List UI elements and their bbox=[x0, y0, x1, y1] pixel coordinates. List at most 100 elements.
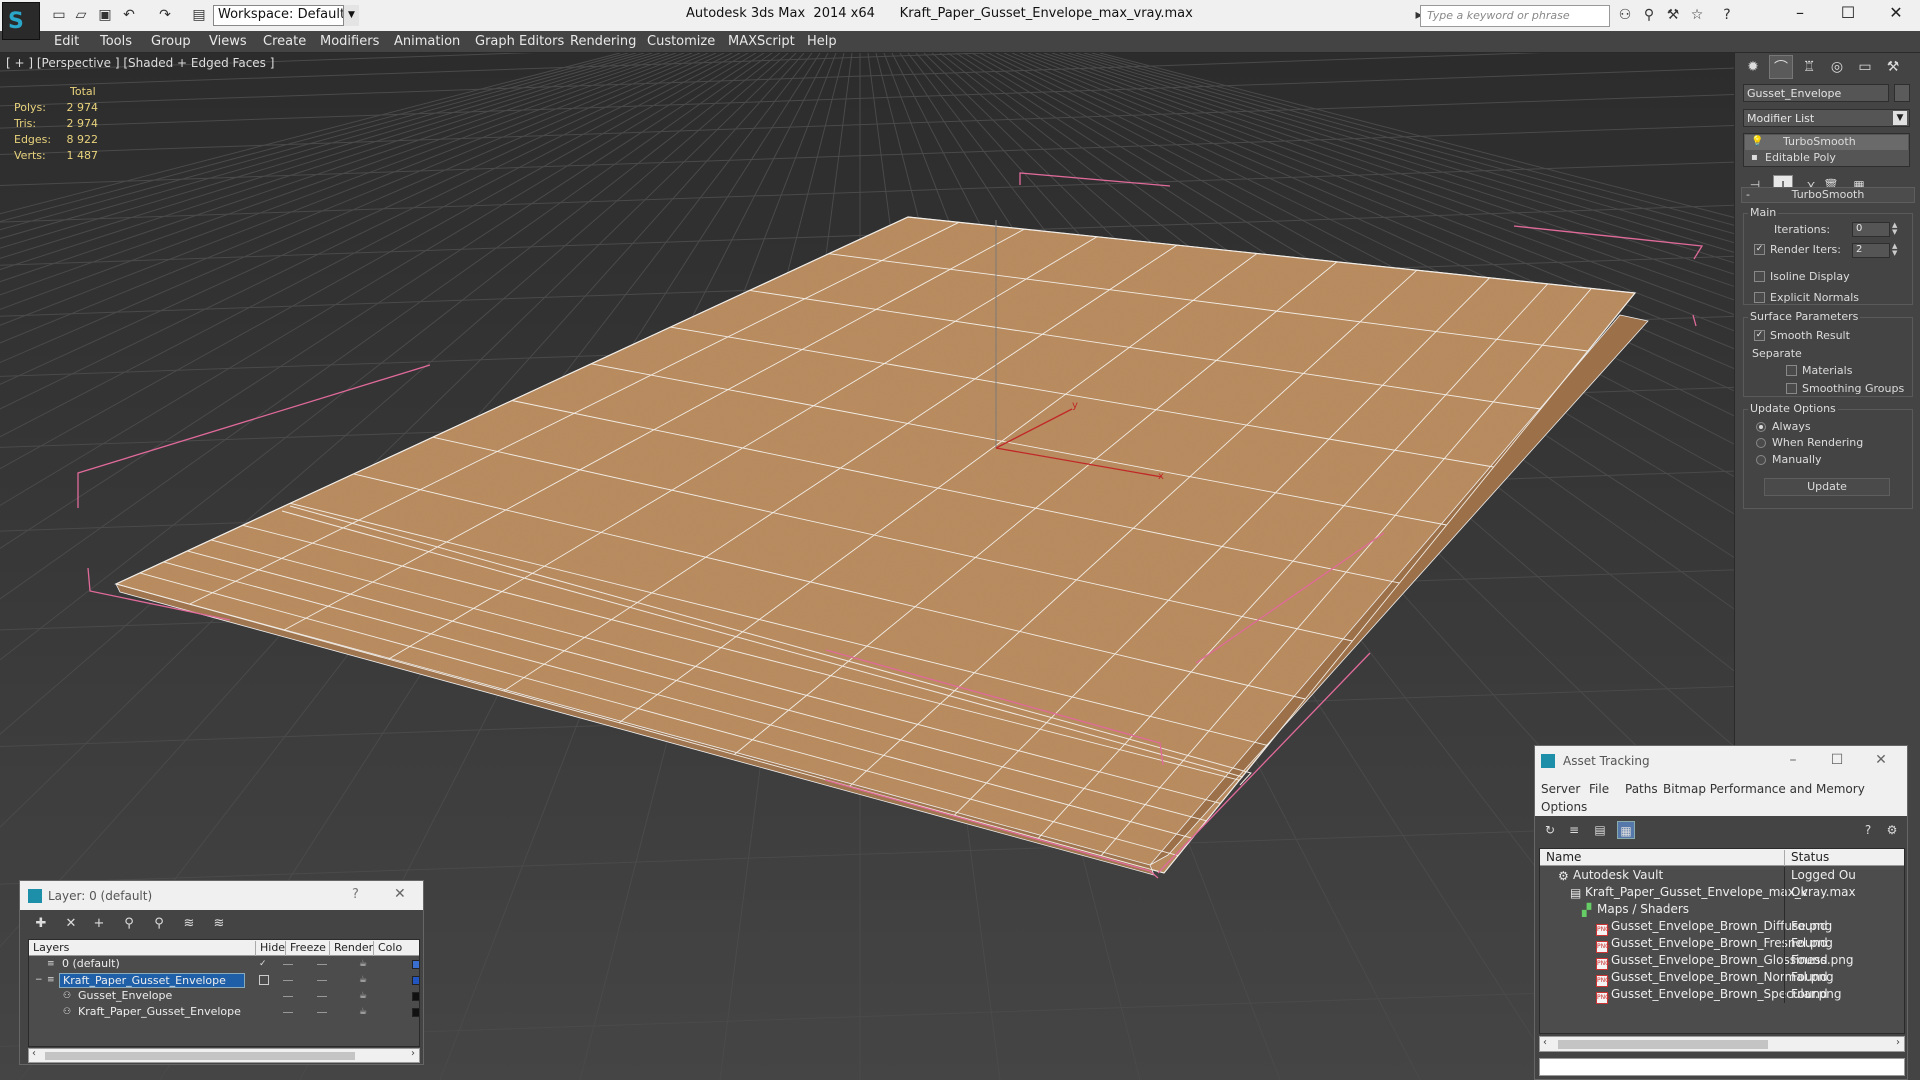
workspace-menu-button[interactable]: ▼ bbox=[343, 5, 359, 26]
minimize-icon[interactable]: – bbox=[1780, 3, 1820, 27]
freeze-toggle[interactable] bbox=[317, 964, 327, 965]
table-view-icon[interactable]: ▦ bbox=[1617, 821, 1635, 839]
app-logo-button[interactable]: S bbox=[2, 2, 40, 40]
subscription-icon[interactable]: ⚲ bbox=[1640, 6, 1658, 24]
create-layer-icon[interactable]: ✚ bbox=[32, 915, 50, 933]
column-freeze[interactable]: Freeze bbox=[285, 941, 326, 956]
table-row[interactable]: PNGGusset_Envelope_Brown_Specular.png Fo… bbox=[1540, 986, 1904, 1004]
modify-tab-icon[interactable]: ⌒ bbox=[1769, 55, 1793, 79]
communication-icon[interactable]: ⚒ bbox=[1664, 6, 1682, 24]
save-file-icon[interactable]: ▣ bbox=[96, 6, 114, 24]
menu-options[interactable]: Options bbox=[1541, 800, 1587, 814]
current-layer-check-icon[interactable]: ✓ bbox=[259, 959, 269, 969]
details-view-icon[interactable]: ▤ bbox=[1591, 821, 1609, 839]
spinner-arrows-icon[interactable]: ▲ ▼ bbox=[1892, 243, 1900, 258]
scroll-left-icon[interactable]: ‹ bbox=[32, 1048, 36, 1059]
refresh-icon[interactable]: ↻ bbox=[1541, 821, 1559, 839]
manually-radio[interactable] bbox=[1756, 455, 1766, 465]
utilities-tab-icon[interactable]: ⚒ bbox=[1881, 55, 1905, 79]
create-tab-icon[interactable]: ✹ bbox=[1741, 55, 1765, 79]
menu-maxscript[interactable]: MAXScript bbox=[728, 34, 795, 49]
layer-color-swatch[interactable] bbox=[412, 1008, 419, 1017]
table-row[interactable]: PNGGusset_Envelope_Brown_Glossiness.png … bbox=[1540, 952, 1904, 970]
freeze-toggle[interactable] bbox=[317, 980, 327, 981]
open-file-icon[interactable]: ▱ bbox=[72, 6, 90, 24]
when-rendering-radio[interactable] bbox=[1756, 438, 1766, 448]
render-teapot-icon[interactable]: ☕ bbox=[359, 959, 369, 969]
list-view-icon[interactable]: ≡ bbox=[1565, 821, 1583, 839]
column-color[interactable]: Colo bbox=[373, 941, 402, 956]
hide-all-icon[interactable]: ≋ bbox=[180, 915, 198, 933]
table-row[interactable]: PNGGusset_Envelope_Brown_Normal.png Foun… bbox=[1540, 969, 1904, 987]
display-tab-icon[interactable]: ▭ bbox=[1853, 55, 1877, 79]
minimize-icon[interactable]: – bbox=[1783, 752, 1803, 768]
new-file-icon[interactable]: ▭ bbox=[50, 6, 68, 24]
menu-file[interactable]: File bbox=[1589, 782, 1609, 796]
layer-row[interactable]: ⚇ Gusset_Envelope ☕ bbox=[29, 989, 419, 1005]
layer-color-swatch[interactable] bbox=[412, 992, 419, 1001]
menu-modifiers[interactable]: Modifiers bbox=[320, 34, 379, 49]
scrollbar-thumb[interactable] bbox=[1558, 1040, 1768, 1049]
add-to-layer-icon[interactable]: + bbox=[90, 915, 108, 933]
layer-row[interactable]: − ≡ Kraft_Paper_Gusset_Envelope ☕ bbox=[29, 973, 419, 989]
lightbulb-icon[interactable]: 💡 bbox=[1751, 136, 1763, 147]
stack-item-turbosmooth[interactable]: 💡 TurboSmooth bbox=[1745, 135, 1908, 150]
layer-row[interactable]: ⚇ Kraft_Paper_Gusset_Envelope ☕ bbox=[29, 1005, 419, 1021]
render-teapot-icon[interactable]: ☕ bbox=[359, 991, 369, 1001]
stack-item-editable-poly[interactable]: ▪ Editable Poly bbox=[1745, 151, 1908, 166]
asset-horizontal-scrollbar[interactable]: ‹ › bbox=[1539, 1036, 1905, 1052]
scroll-left-icon[interactable]: ‹ bbox=[1543, 1037, 1547, 1048]
layer-horizontal-scrollbar[interactable]: ‹ › bbox=[28, 1048, 420, 1063]
vault-settings-icon[interactable]: ⚙ bbox=[1883, 821, 1901, 839]
menu-help[interactable]: Help bbox=[807, 34, 837, 49]
close-icon[interactable]: ✕ bbox=[1876, 3, 1916, 27]
menu-edit[interactable]: Edit bbox=[54, 34, 79, 49]
current-layer-box[interactable] bbox=[259, 975, 269, 985]
hide-toggle[interactable] bbox=[283, 980, 293, 981]
menu-tools[interactable]: Tools bbox=[100, 34, 132, 49]
workspace-dropdown[interactable]: Workspace: Default ▼ bbox=[213, 5, 359, 26]
menu-paths[interactable]: Paths bbox=[1625, 782, 1658, 796]
search-input[interactable]: Type a keyword or phrase bbox=[1420, 5, 1610, 27]
object-color-swatch[interactable] bbox=[1894, 84, 1910, 102]
viewport-label[interactable]: [ + ] [Perspective ] [Shaded + Edged Fac… bbox=[6, 56, 274, 70]
close-icon[interactable]: ✕ bbox=[1871, 752, 1891, 768]
column-name[interactable]: Name bbox=[1546, 850, 1581, 864]
column-status[interactable]: Status bbox=[1784, 850, 1829, 866]
render-teapot-icon[interactable]: ☕ bbox=[359, 975, 369, 985]
maximize-icon[interactable]: ☐ bbox=[1827, 752, 1847, 768]
menu-server[interactable]: Server bbox=[1541, 782, 1580, 796]
close-icon[interactable]: ✕ bbox=[394, 886, 406, 902]
modifier-list-dropdown[interactable]: Modifier List ▼ bbox=[1743, 109, 1910, 127]
motion-tab-icon[interactable]: ◎ bbox=[1825, 55, 1849, 79]
expand-box-icon[interactable]: ▪ bbox=[1751, 152, 1758, 163]
project-folder-icon[interactable]: ▤ bbox=[190, 6, 208, 24]
menu-rendering[interactable]: Rendering bbox=[570, 34, 636, 49]
column-render[interactable]: Render bbox=[329, 941, 373, 956]
smoothing-groups-checkbox[interactable] bbox=[1786, 383, 1797, 394]
favorites-icon[interactable]: ☆ bbox=[1688, 6, 1706, 24]
always-radio[interactable] bbox=[1756, 422, 1766, 432]
render-iters-spinner[interactable]: 2 bbox=[1852, 243, 1890, 258]
undo-icon[interactable]: ↶ bbox=[120, 6, 138, 24]
column-layers[interactable]: Layers bbox=[29, 941, 69, 956]
isoline-checkbox[interactable] bbox=[1754, 271, 1765, 282]
highlight-selected-icon[interactable]: ⚲ bbox=[150, 915, 168, 933]
render-teapot-icon[interactable]: ☕ bbox=[359, 1007, 369, 1017]
delete-layer-icon[interactable]: ✕ bbox=[62, 915, 80, 933]
hide-toggle[interactable] bbox=[283, 996, 293, 997]
menu-animation[interactable]: Animation bbox=[394, 34, 460, 49]
asset-tracking-titlebar[interactable]: Asset Tracking – ☐ ✕ bbox=[1535, 746, 1907, 776]
table-row[interactable]: ▞ Maps / Shaders bbox=[1540, 901, 1904, 918]
table-row[interactable]: PNGGusset_Envelope_Brown_Diffuse.png Fou… bbox=[1540, 918, 1904, 936]
collapse-icon[interactable]: − bbox=[35, 975, 45, 985]
explicit-normals-checkbox[interactable] bbox=[1754, 292, 1765, 303]
iterations-spinner[interactable]: 0 bbox=[1852, 222, 1890, 237]
table-row[interactable]: ▤ Kraft_Paper_Gusset_Envelope_max_vray.ma… bbox=[1540, 884, 1904, 901]
scroll-right-icon[interactable]: › bbox=[1896, 1037, 1900, 1048]
layer-color-swatch[interactable] bbox=[412, 976, 419, 985]
freeze-toggle[interactable] bbox=[317, 1012, 327, 1013]
hide-toggle[interactable] bbox=[283, 1012, 293, 1013]
menu-group[interactable]: Group bbox=[151, 34, 191, 49]
maximize-icon[interactable]: ☐ bbox=[1828, 3, 1868, 27]
